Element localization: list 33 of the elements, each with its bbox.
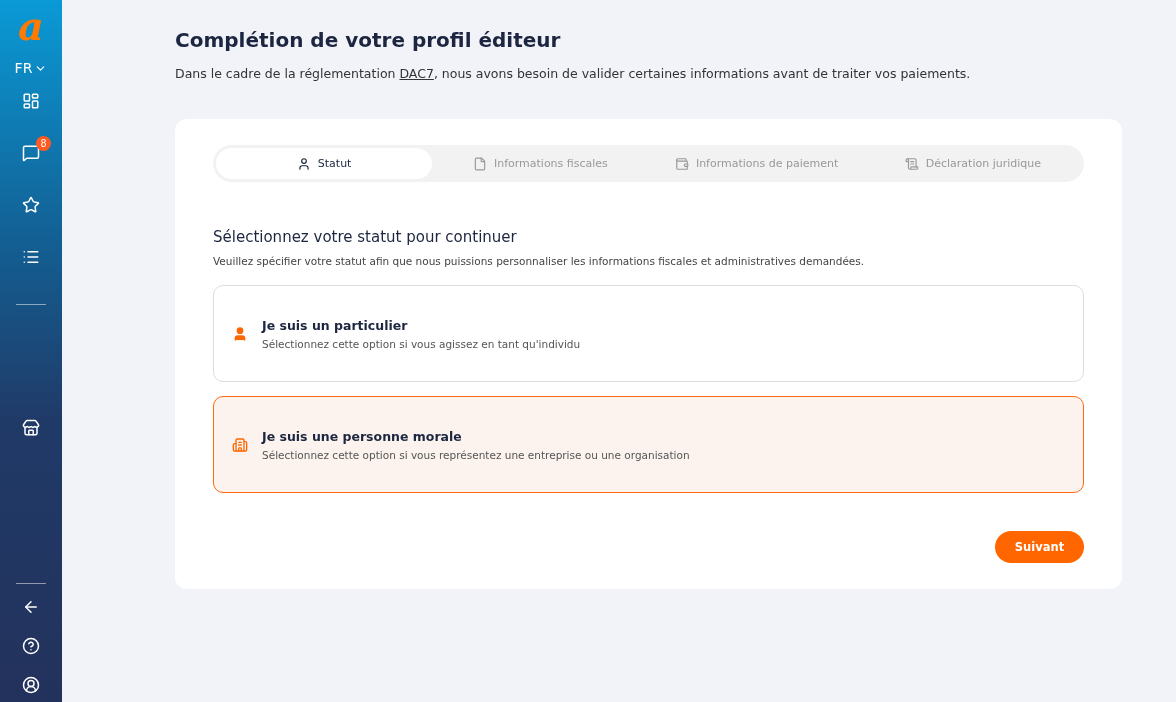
file-icon xyxy=(472,156,487,171)
wallet-icon xyxy=(674,156,689,171)
step-tab[interactable]: Déclaration juridique xyxy=(864,148,1081,179)
next-button[interactable]: Suivant xyxy=(995,531,1084,563)
notification-badge: 8 xyxy=(36,136,51,151)
step-tab[interactable]: Statut xyxy=(216,148,433,179)
help-icon xyxy=(22,637,40,655)
step-tab[interactable]: Informations fiscales xyxy=(432,148,649,179)
section-title: Sélectionnez votre statut pour continuer xyxy=(213,228,518,246)
section-description: Veuillez spécifier votre statut afin que nous puissions personnaliser les informations fiscales et administratives demandées. xyxy=(213,255,866,267)
person-icon xyxy=(232,325,248,342)
intro-text: Dans le cadre de la réglementation DAC7, nous avons besoin de valider certaines informations avant de traiter vos paiements. xyxy=(175,66,972,81)
store-icon xyxy=(22,419,40,437)
language-selector[interactable]: FR xyxy=(14,60,48,76)
star-icon xyxy=(22,196,40,214)
option-description: Sélectionnez cette option si vous agissez en tant qu'individu xyxy=(262,337,581,350)
dashboard-icon xyxy=(22,92,40,110)
option-title: Je suis un particulier xyxy=(262,317,409,333)
person-icon xyxy=(296,156,311,171)
dac7-link[interactable]: DAC7 xyxy=(399,66,434,81)
building-icon xyxy=(232,436,248,453)
status-option[interactable]: Je suis un particulier Sélectionnez cette option si vous agissez en tant qu'individu xyxy=(213,285,1084,382)
step-tab[interactable]: Informations de paiement xyxy=(648,148,865,179)
scroll-icon xyxy=(904,156,919,171)
status-option[interactable]: Je suis une personne morale Sélectionnez cette option si vous représentez une entreprise ou une organisation xyxy=(213,396,1084,493)
option-title: Je suis une personne morale xyxy=(262,428,463,444)
account-icon xyxy=(22,676,40,694)
chat-button[interactable]: 8 xyxy=(11,136,51,170)
logo: a xyxy=(18,6,44,46)
page-title: Complétion de votre profil éditeur xyxy=(175,28,562,52)
chat-icon xyxy=(22,144,40,162)
list-icon xyxy=(22,248,40,266)
option-description: Sélectionnez cette option si vous représentez une entreprise ou une organisation xyxy=(262,448,690,461)
